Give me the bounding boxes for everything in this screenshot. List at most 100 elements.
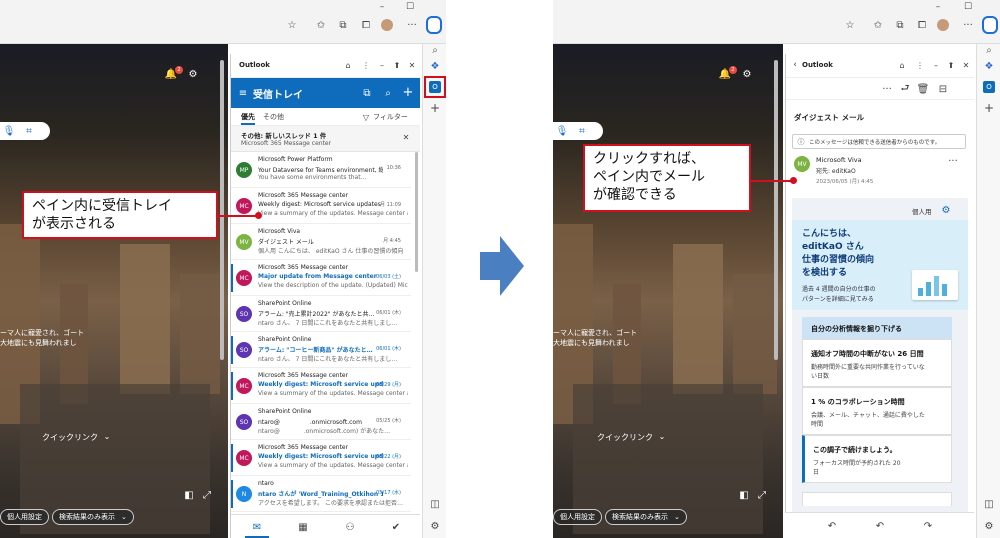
visual-search-icon[interactable]: ⌗ — [22, 124, 36, 138]
close-icon[interactable]: ✕ — [401, 132, 411, 142]
mic-icon[interactable]: 🎙 — [2, 124, 16, 138]
sender-name[interactable]: Microsoft Viva — [816, 156, 862, 164]
fullscreen-icon[interactable]: ⤢ — [757, 490, 767, 501]
chevron-down-icon[interactable]: ⌄ — [102, 431, 112, 441]
favorites-icon[interactable]: ✩ — [314, 18, 328, 32]
people-icon[interactable]: ⚇ — [343, 520, 357, 534]
chevron-down-icon[interactable]: ⌄ — [657, 431, 667, 441]
bing-chat-icon[interactable] — [426, 16, 442, 34]
close-icon[interactable]: ✕ — [961, 60, 971, 70]
maximize-icon[interactable]: ☐ — [963, 2, 973, 12]
minimize-icon[interactable]: – — [931, 60, 941, 70]
copilot-icon[interactable]: ❖ — [983, 60, 995, 72]
more-icon[interactable]: ··· — [405, 18, 419, 32]
fullscreen-icon[interactable]: ⤢ — [202, 490, 212, 501]
extensions-icon[interactable]: ⧠ — [915, 18, 929, 32]
visual-search-icon[interactable]: ⌗ — [575, 124, 589, 138]
forward-icon[interactable]: ↷ — [921, 519, 935, 533]
collections-icon[interactable]: ⧉ — [893, 18, 907, 32]
mail-item[interactable]: SO SharePoint Online アラーム: "売上累計2022" があなた… — [231, 296, 411, 332]
pin-icon[interactable]: ⬆ — [392, 60, 402, 70]
filter-icon[interactable]: ▽ — [361, 112, 371, 122]
settings-icon[interactable]: ⚙ — [741, 68, 753, 80]
profile-avatar[interactable] — [937, 19, 949, 31]
more-icon[interactable]: ⋮ — [361, 60, 371, 70]
hamburger-icon[interactable]: ≡ — [237, 87, 249, 99]
feedback-icon[interactable]: ◧ — [739, 490, 749, 501]
more-icon[interactable]: ··· — [961, 18, 975, 32]
search-icon[interactable]: ⌕ — [983, 44, 995, 56]
copilot-icon[interactable]: ❖ — [429, 60, 441, 72]
minimize-icon[interactable]: – — [933, 2, 943, 12]
maximize-icon[interactable]: ☐ — [405, 2, 415, 12]
favorite-star-icon[interactable]: ☆ — [285, 18, 299, 32]
split-screen-icon[interactable]: ◫ — [429, 498, 441, 510]
insight-card-2[interactable]: 1 % のコラボレーション時間 会議、メール、チャット、通話に費やした 時間 — [802, 387, 952, 435]
split-screen-icon[interactable]: ◫ — [983, 498, 995, 510]
minimize-icon[interactable]: – — [377, 60, 387, 70]
sidebar-settings-icon[interactable]: ⚙ — [983, 520, 995, 532]
tab-focused[interactable]: 優先 — [241, 112, 255, 125]
delete-icon[interactable]: 🗑 — [917, 84, 930, 95]
collections-icon[interactable]: ⧉ — [336, 18, 350, 32]
profile-avatar[interactable] — [381, 19, 393, 31]
bing-chat-icon[interactable] — [982, 16, 998, 34]
mail-item[interactable]: Nntaro ntaro さんが 'Word_Training_Otkihon 1… — [231, 476, 411, 512]
insight-card-3[interactable]: この調子で続けましょう。 フォーカス時間が予約された 20 日 — [802, 435, 952, 483]
mail-item[interactable]: MV Microsoft Viva ダイジェスト メール 個人用 こんにちは、 edi… — [231, 224, 411, 260]
more-icon[interactable]: ··· — [948, 156, 958, 167]
mic-icon[interactable]: 🎙 — [555, 124, 569, 138]
more-icon[interactable]: ⋮ — [915, 60, 925, 70]
outlook-sidebar-icon[interactable]: O — [983, 81, 995, 93]
sidebar-settings-icon[interactable]: ⚙ — [429, 520, 441, 532]
more-icon[interactable]: ··· — [882, 84, 892, 95]
mail-item[interactable]: MP Microsoft Power Platform Your Dataverse… — [231, 152, 411, 188]
mail-item[interactable]: MC Microsoft 365 Message center Major upda… — [231, 260, 411, 296]
personal-settings-button[interactable]: 個人用設定 — [0, 509, 49, 525]
close-icon[interactable]: ✕ — [407, 60, 417, 70]
mail-icon[interactable]: ✉ — [250, 520, 264, 534]
add-icon[interactable]: + — [983, 101, 995, 115]
minimize-icon[interactable]: – — [377, 2, 387, 12]
search-results-only-button[interactable]: 検索結果のみ表示 ⌄ — [605, 509, 687, 525]
mail-item[interactable]: MC Microsoft 365 Message center Weekly dig… — [231, 368, 411, 404]
favorites-icon[interactable]: ✩ — [871, 18, 885, 32]
settings-icon[interactable]: ⚙ — [187, 68, 199, 80]
outlook-sidebar-icon[interactable]: O — [429, 81, 441, 93]
new-mail-icon[interactable]: + — [402, 85, 414, 100]
mail-item[interactable]: SO SharePoint Online ntaro@ .onmicrosoft.c… — [231, 404, 411, 440]
reply-icon[interactable]: ↶ — [825, 519, 839, 533]
mail-list-scrollbar[interactable] — [415, 152, 418, 272]
quick-links[interactable]: クイックリンク — [597, 432, 653, 443]
home-icon[interactable]: ⌂ — [897, 60, 907, 70]
mail-item[interactable]: SO SharePoint Online アラーム: "コーヒー新商品" があなたと… — [231, 332, 411, 368]
search-results-only-button[interactable]: 検索結果のみ表示 ⌄ — [52, 509, 134, 525]
page-scrollbar[interactable] — [774, 60, 778, 360]
page-scrollbar[interactable] — [220, 60, 224, 360]
search-box[interactable]: 🎙 ⌗ — [553, 122, 603, 140]
back-icon[interactable]: ‹ — [790, 60, 800, 70]
insight-card-1[interactable]: 通知オフ時間の中断がない 26 日間 勤務時間外に重要な共同作業を行っていな い… — [802, 339, 952, 387]
settings-icon[interactable]: ⚙ — [940, 204, 952, 216]
calendar-icon[interactable]: ▦ — [296, 520, 310, 534]
search-box[interactable]: 🎙 ⌗ — [0, 122, 50, 140]
mail-item[interactable]: MC Microsoft 365 Message center Weekly dig… — [231, 440, 411, 476]
search-icon[interactable]: ⌕ — [429, 44, 441, 56]
archive-icon[interactable]: ⊟ — [938, 84, 948, 95]
reply-all-icon[interactable]: ↶ — [873, 519, 887, 533]
search-icon[interactable]: ⌕ — [382, 87, 394, 99]
reply-icon[interactable]: ⮐ — [900, 83, 910, 94]
quick-links[interactable]: クイックリンク — [42, 432, 98, 443]
add-icon[interactable]: + — [429, 101, 441, 115]
filter-label[interactable]: フィルター — [373, 112, 408, 122]
todo-icon[interactable]: ✔ — [389, 520, 403, 534]
other-banner[interactable]: その他: 新しいスレッド 1 件 Microsoft 365 Message c… — [231, 126, 420, 152]
feedback-icon[interactable]: ◧ — [184, 490, 194, 501]
extensions-icon[interactable]: ⧠ — [359, 18, 373, 32]
home-icon[interactable]: ⌂ — [343, 60, 353, 70]
popout-icon[interactable]: ⧉ — [361, 87, 373, 99]
personal-settings-button[interactable]: 個人用設定 — [553, 509, 602, 525]
tab-other[interactable]: その他 — [263, 112, 284, 122]
pin-icon[interactable]: ⬆ — [946, 60, 956, 70]
favorite-star-icon[interactable]: ☆ — [843, 18, 857, 32]
